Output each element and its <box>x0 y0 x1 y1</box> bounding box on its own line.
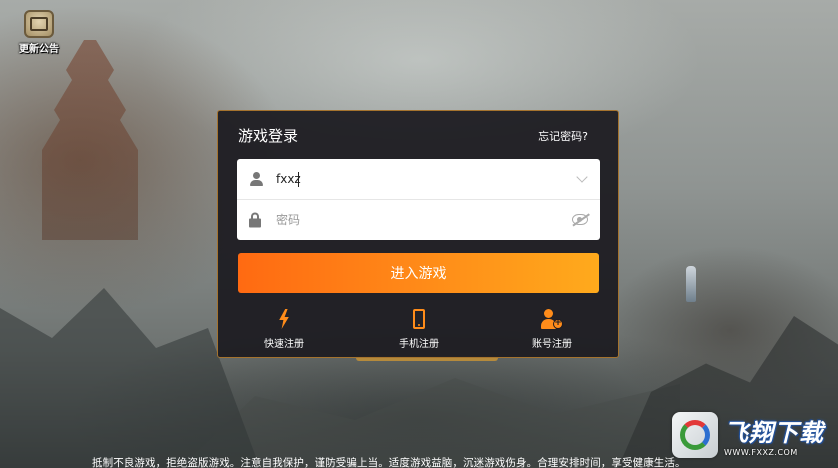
login-panel: 游戏登录 忘记密码? 进入游戏 快速注册 手机注册 + <box>217 110 619 358</box>
quick-register-label: 快速注册 <box>264 339 304 350</box>
chevron-down-icon[interactable] <box>576 171 588 183</box>
text-cursor <box>298 172 299 187</box>
lock-icon <box>249 212 261 228</box>
phone-register-button[interactable]: 手机注册 <box>369 307 469 350</box>
update-notice-button[interactable]: 更新公告 <box>14 10 64 60</box>
user-icon <box>249 172 263 186</box>
account-row <box>237 159 600 199</box>
account-register-label: 账号注册 <box>532 339 572 350</box>
password-input[interactable] <box>276 213 556 227</box>
quick-register-button[interactable]: 快速注册 <box>234 307 334 350</box>
phone-icon <box>413 309 425 329</box>
panel-title: 游戏登录 <box>238 127 299 145</box>
forgot-password-link[interactable]: 忘记密码? <box>538 128 588 144</box>
notice-label: 更新公告 <box>19 44 59 55</box>
health-notice-text: 抵制不良游戏，拒绝盗版游戏。注意自我保护，谨防受骗上当。适度游戏益脑，沉迷游戏伤… <box>92 457 686 468</box>
watermark-logo-icon <box>672 412 718 458</box>
lightning-icon <box>279 309 289 329</box>
enter-game-button[interactable]: 进入游戏 <box>238 253 599 293</box>
login-form <box>237 159 600 240</box>
account-register-button[interactable]: + 账号注册 <box>502 307 602 350</box>
account-input[interactable] <box>276 172 556 186</box>
add-account-icon: + <box>541 309 563 329</box>
watermark-name: 飞翔下载 <box>724 419 824 447</box>
notice-icon <box>24 10 54 38</box>
watermark-url: WWW.FXXZ.COM <box>724 448 798 457</box>
watermark: 飞翔下载 WWW.FXXZ.COM <box>672 408 832 462</box>
eye-hidden-icon[interactable] <box>572 214 588 225</box>
character-figure <box>686 266 696 302</box>
phone-register-label: 手机注册 <box>399 339 439 350</box>
password-row <box>237 199 600 240</box>
